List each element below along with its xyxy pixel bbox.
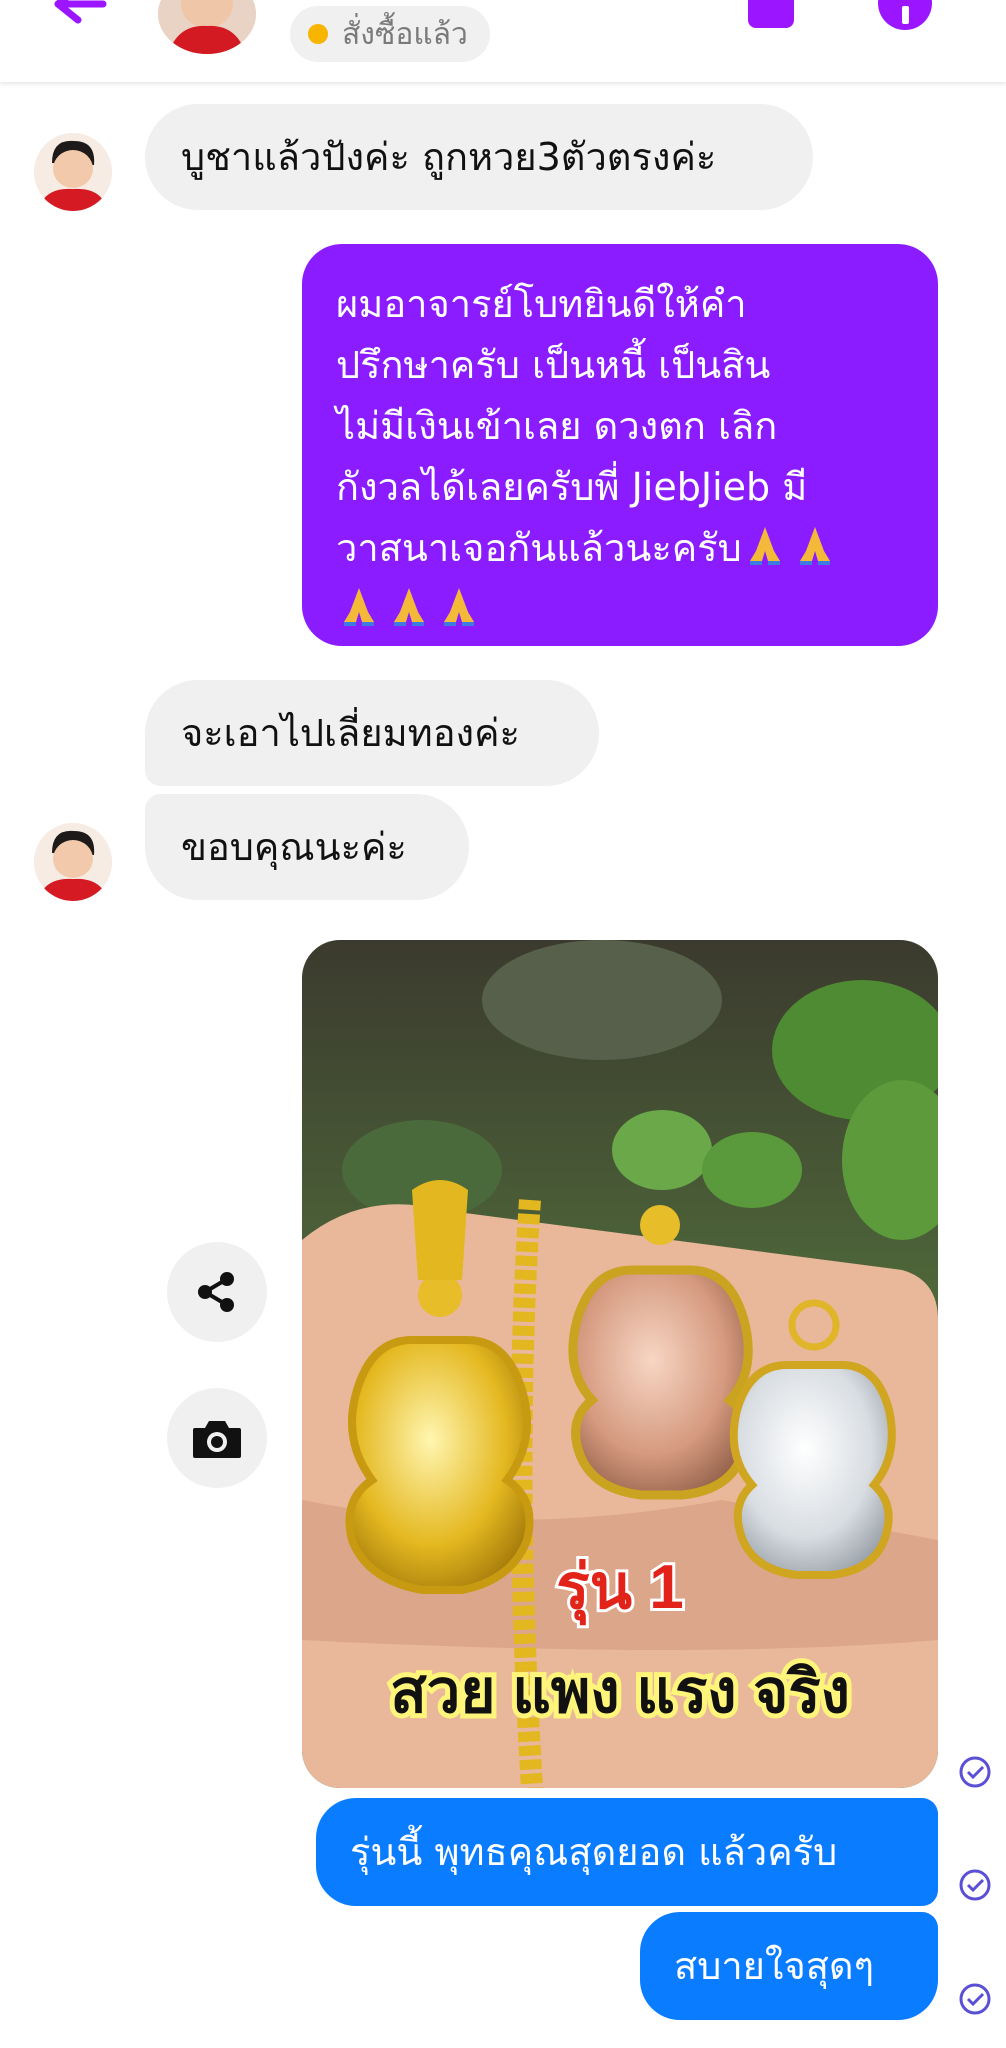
message-text-line: กังวลได้เลยครับพี่ JiebJieb มี [336, 465, 808, 509]
contact-avatar[interactable] [158, 0, 256, 54]
order-status-badge[interactable]: สั่งซื้อแล้ว [290, 6, 490, 62]
message-bubble-outgoing[interactable]: สบายใจสุดๆ [640, 1912, 938, 2020]
status-dot [308, 24, 328, 44]
sender-avatar[interactable] [34, 133, 112, 211]
emoji-line [336, 579, 904, 640]
folded-hands-icon [444, 588, 474, 626]
camera-icon [193, 1421, 241, 1458]
message-text: ขอบคุณนะค่ะ [181, 825, 407, 869]
camera-button[interactable] [167, 1388, 267, 1488]
message-text: บูชาแล้วปังค่ะ ถูกหวย3ตัวตรงค่ะ [181, 135, 717, 179]
folded-hands-icon [749, 527, 780, 565]
message-text-line: ผมอาจารย์โบทยินดีให้คำ [336, 282, 747, 326]
folded-hands-icon [799, 527, 830, 565]
read-check-icon [959, 1869, 991, 1901]
message-text: จะเอาไปเลี่ยมทองค่ะ [181, 711, 520, 755]
back-arrow-icon[interactable] [48, 0, 108, 32]
chat-header: สั่งซื้อแล้ว [0, 0, 1006, 82]
share-icon [198, 1272, 234, 1312]
image-caption-line2: สวย แพง แรง จริง [390, 1658, 850, 1725]
message-bubble-incoming[interactable]: บูชาแล้วปังค่ะ ถูกหวย3ตัวตรงค่ะ [145, 104, 813, 210]
folded-hands-icon [344, 588, 374, 626]
image-message[interactable]: รุ่น 1 สวย แพง แรง จริง [302, 940, 938, 1788]
order-status-label: สั่งซื้อแล้ว [342, 16, 468, 52]
phone-icon[interactable] [748, 0, 794, 28]
sender-avatar[interactable] [34, 823, 112, 901]
message-text-line: ไม่มีเงินเข้าเลย ดวงตก เลิก [336, 404, 778, 448]
message-text-line: ปรึกษาครับ เป็นหนี้ เป็นสิน [336, 343, 771, 387]
read-check-icon [959, 1756, 991, 1788]
folded-hands-icon [394, 588, 424, 626]
message-bubble-outgoing[interactable]: ผมอาจารย์โบทยินดีให้คำ ปรึกษาครับ เป็นหน… [302, 244, 938, 646]
share-button[interactable] [167, 1242, 267, 1342]
message-bubble-outgoing[interactable]: รุ่นนี้ พุทธคุณสุดยอด แล้วครับ [316, 1798, 938, 1906]
message-text: รุ่นนี้ พุทธคุณสุดยอด แล้วครับ [350, 1830, 838, 1874]
message-bubble-incoming[interactable]: จะเอาไปเลี่ยมทองค่ะ [145, 680, 599, 786]
message-text-line-5: วาสนาเจอกันแล้วนะครับ [336, 526, 742, 570]
image-caption-line1: รุ่น 1 [556, 1553, 683, 1625]
message-text: สบายใจสุดๆ [674, 1944, 875, 1988]
message-text-line: วาสนาเจอกันแล้วนะครับ [336, 518, 904, 579]
read-check-icon [959, 1983, 991, 2015]
info-icon[interactable] [878, 0, 932, 30]
message-bubble-incoming[interactable]: ขอบคุณนะค่ะ [145, 794, 469, 900]
